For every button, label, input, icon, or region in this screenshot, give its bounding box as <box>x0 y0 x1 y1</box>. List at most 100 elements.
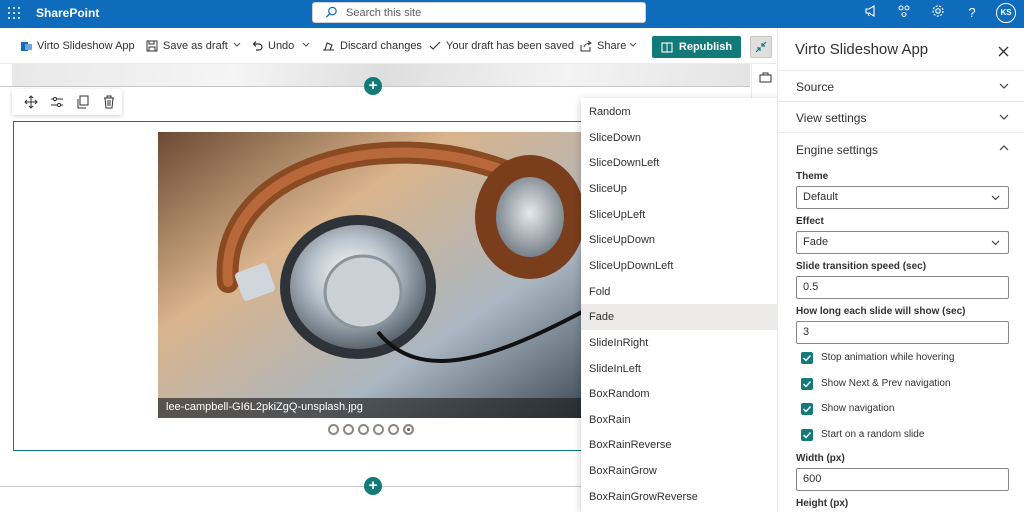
dropdown-option[interactable]: SliceUpDownLeft <box>581 253 795 279</box>
theme-label: Theme <box>796 171 829 182</box>
close-icon[interactable] <box>997 45 1010 58</box>
chevron-down-icon[interactable] <box>999 81 1009 91</box>
effect-select[interactable]: Fade <box>796 231 1009 254</box>
slide-image[interactable] <box>158 132 582 418</box>
show-next-prev-checkbox[interactable] <box>801 378 813 390</box>
dropdown-option[interactable]: SliceUp <box>581 176 795 202</box>
help-icon[interactable]: ? <box>963 4 981 22</box>
settings-sliders-icon[interactable] <box>50 95 64 109</box>
chevron-down-icon[interactable] <box>301 39 311 51</box>
random-start-label: Start on a random slide <box>821 429 925 440</box>
height-label: Height (px) <box>796 498 849 509</box>
chevron-up-icon[interactable] <box>999 143 1009 153</box>
dropdown-option[interactable]: BoxRain <box>581 407 795 433</box>
dropdown-option[interactable]: BoxRainGrowReverse <box>581 484 795 510</box>
show-navigation-checkbox[interactable] <box>801 403 813 415</box>
effect-value: Fade <box>803 236 829 248</box>
connections-icon[interactable] <box>895 4 913 22</box>
search-input[interactable]: Search this site <box>312 2 646 23</box>
undo-button[interactable]: Undo <box>251 38 294 54</box>
share-button[interactable]: Share <box>580 38 626 54</box>
dropdown-option[interactable]: SlideInLeft <box>581 356 795 382</box>
width-label: Width (px) <box>796 453 845 464</box>
republish-label: Republish <box>678 41 733 53</box>
duplicate-icon[interactable] <box>76 95 90 109</box>
dropdown-option[interactable]: Random <box>581 99 795 125</box>
slide-navigation <box>328 424 414 436</box>
draft-status-text: Your draft has been saved <box>446 40 575 52</box>
speed-input[interactable]: 0.5 <box>796 276 1009 299</box>
add-section-button[interactable]: + <box>364 477 382 495</box>
dropdown-option[interactable]: SliceDown <box>581 125 795 151</box>
dropdown-option-selected[interactable]: Fade <box>581 304 795 330</box>
megaphone-icon[interactable] <box>862 4 880 22</box>
slide-dot-5[interactable] <box>388 424 399 435</box>
save-draft-label: Save as draft <box>163 40 228 52</box>
show-navigation-label: Show navigation <box>821 403 895 414</box>
duration-input[interactable]: 3 <box>796 321 1009 344</box>
checkmark-icon <box>803 381 812 388</box>
speed-value: 0.5 <box>803 281 819 293</box>
slide-dot-3[interactable] <box>358 424 369 435</box>
stop-hover-checkbox[interactable] <box>801 352 813 364</box>
dropdown-option[interactable]: Fold <box>581 279 795 305</box>
width-value: 600 <box>803 473 822 485</box>
dropdown-option[interactable]: BoxRainGrow <box>581 458 795 484</box>
suite-bar: SharePoint Search this site ? KS <box>0 0 1024 28</box>
republish-button[interactable]: Republish <box>652 36 741 58</box>
add-section-button[interactable]: + <box>364 77 382 95</box>
slide-dot-6[interactable] <box>403 424 414 435</box>
speed-label: Slide transition speed (sec) <box>796 261 927 272</box>
slide-caption: lee-campbell-GI6L2pkiZgQ-unsplash.jpg <box>158 398 582 418</box>
duration-value: 3 <box>803 326 810 338</box>
delete-icon[interactable] <box>102 95 116 109</box>
theme-value: Default <box>803 191 838 203</box>
undo-label: Undo <box>268 40 295 52</box>
slide-dot-4[interactable] <box>373 424 384 435</box>
dropdown-option[interactable]: SliceDownLeft <box>581 150 795 176</box>
checkmark-icon <box>803 432 812 439</box>
stop-hover-label: Stop animation while hovering <box>821 352 955 363</box>
duration-label: How long each slide will show (sec) <box>796 306 966 317</box>
chevron-down-icon[interactable] <box>628 39 638 51</box>
collapse-panel-button[interactable] <box>750 36 772 58</box>
theme-select[interactable]: Default <box>796 186 1009 209</box>
app-launcher-icon[interactable] <box>8 7 20 19</box>
gear-icon[interactable] <box>929 4 947 22</box>
avatar[interactable]: KS <box>996 3 1016 23</box>
draft-status: Your draft has been saved <box>429 38 574 54</box>
discard-button[interactable]: Discard changes <box>322 38 422 54</box>
chevron-down-icon[interactable] <box>999 112 1009 122</box>
checkmark-icon <box>803 355 812 362</box>
checkmark-icon <box>803 406 812 413</box>
briefcase-icon[interactable] <box>759 72 772 83</box>
collapse-arrows-icon <box>755 41 767 53</box>
checkmark-icon <box>429 41 441 50</box>
save-icon <box>146 40 158 52</box>
width-input[interactable]: 600 <box>796 468 1009 491</box>
effect-dropdown-list: Random SliceDown SliceDownLeft SliceUp S… <box>581 98 795 512</box>
dropdown-option[interactable]: SlideInRight <box>581 330 795 356</box>
chevron-down-icon[interactable] <box>232 39 242 51</box>
discard-icon <box>323 42 334 51</box>
slide-dot-1[interactable] <box>328 424 339 435</box>
effect-label: Effect <box>796 216 824 227</box>
section-view-label: View settings <box>796 111 867 125</box>
section-engine-label: Engine settings <box>796 143 879 157</box>
dropdown-option[interactable]: SliceUpDown <box>581 227 795 253</box>
move-icon[interactable] <box>24 95 38 109</box>
discard-label: Discard changes <box>340 40 422 52</box>
dropdown-option[interactable]: BoxRainReverse <box>581 432 795 458</box>
slide-dot-2[interactable] <box>343 424 354 435</box>
save-draft-button[interactable]: Save as draft <box>146 38 228 54</box>
dropdown-option[interactable]: SliceUpLeft <box>581 202 795 228</box>
undo-icon <box>252 41 263 51</box>
panel-title: Virto Slideshow App <box>795 41 929 58</box>
app-name-button[interactable]: Virto Slideshow App <box>21 38 135 54</box>
search-icon <box>325 6 337 18</box>
app-name-label: Virto Slideshow App <box>37 40 135 52</box>
brand-name[interactable]: SharePoint <box>36 6 99 20</box>
random-start-checkbox[interactable] <box>801 429 813 441</box>
dropdown-option[interactable]: BoxRandom <box>581 381 795 407</box>
book-icon <box>661 41 673 53</box>
